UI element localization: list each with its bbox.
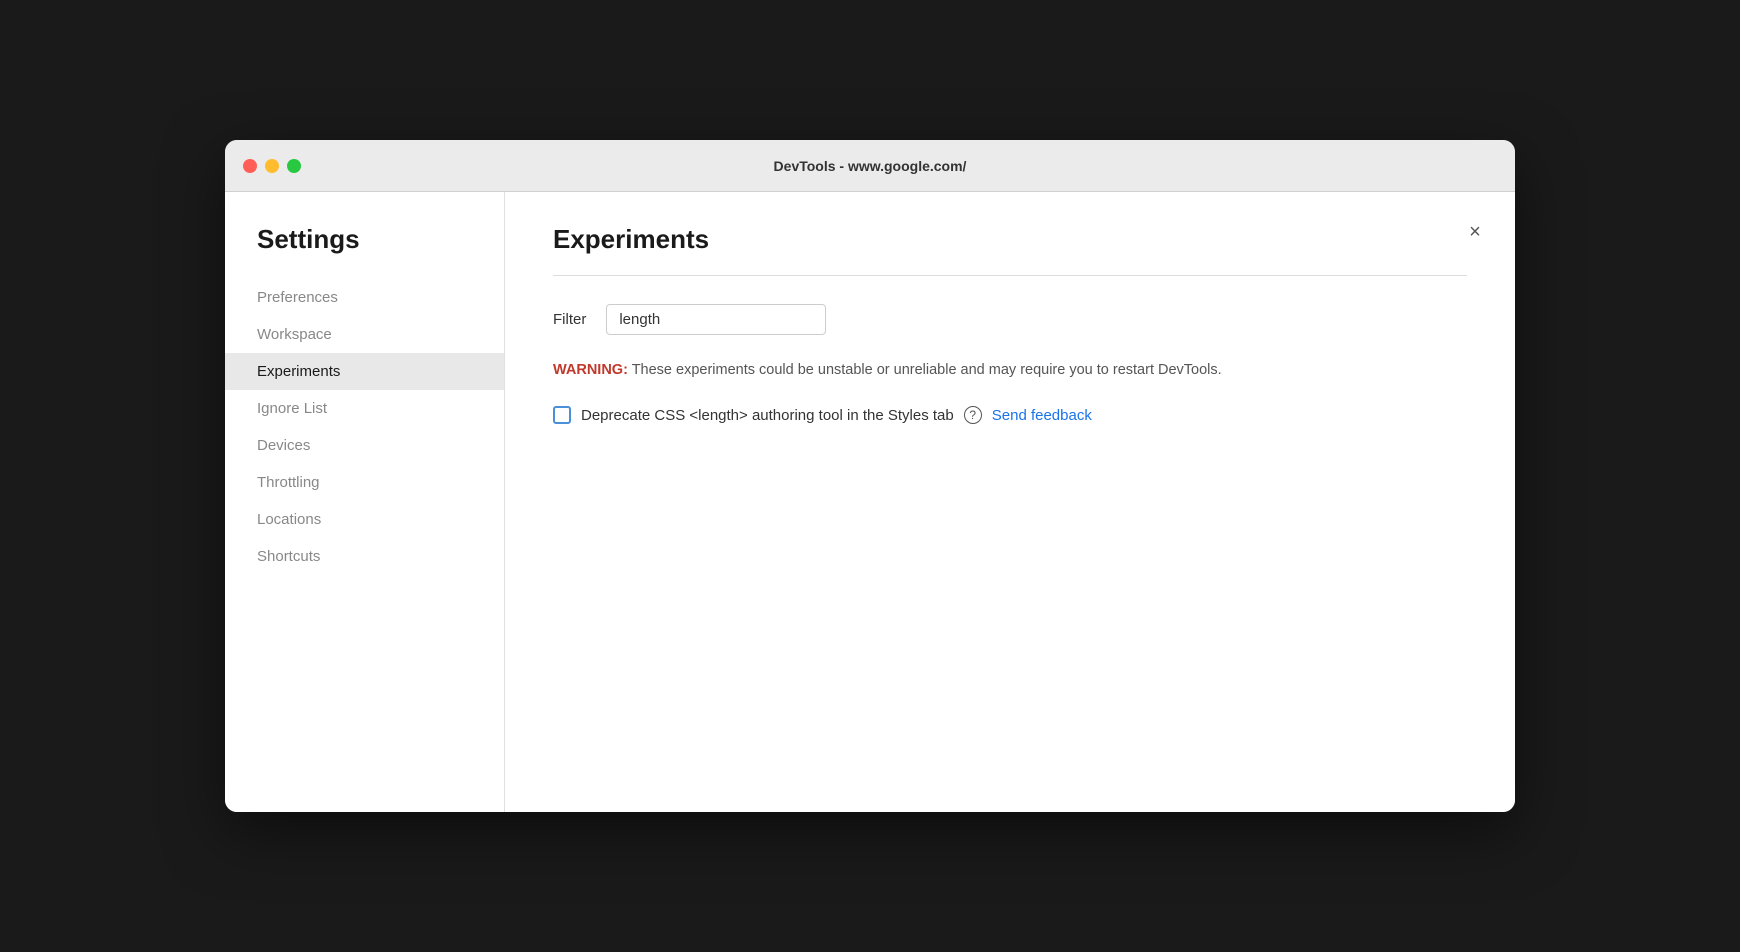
sidebar-item-ignore-list[interactable]: Ignore List — [225, 390, 504, 427]
window-body: Settings Preferences Workspace Experimen… — [225, 192, 1515, 812]
experiment-item-0: Deprecate CSS <length> authoring tool in… — [553, 406, 1467, 424]
devtools-window: DevTools - www.google.com/ Settings Pref… — [225, 140, 1515, 812]
sidebar-title: Settings — [225, 224, 504, 279]
traffic-lights — [243, 159, 301, 173]
close-button[interactable]: × — [1459, 216, 1491, 248]
sidebar-item-locations[interactable]: Locations — [225, 501, 504, 538]
filter-row: Filter — [553, 304, 1467, 335]
minimize-traffic-light[interactable] — [265, 159, 279, 173]
sidebar-item-throttling[interactable]: Throttling — [225, 464, 504, 501]
page-title: Experiments — [553, 224, 1467, 255]
send-feedback-link[interactable]: Send feedback — [992, 407, 1092, 424]
main-content: × Experiments Filter WARNING: These expe… — [505, 192, 1515, 812]
sidebar-nav: Preferences Workspace Experiments Ignore… — [225, 279, 504, 575]
filter-input[interactable] — [606, 304, 826, 335]
experiment-label-0: Deprecate CSS <length> authoring tool in… — [581, 407, 954, 424]
sidebar-item-preferences[interactable]: Preferences — [225, 279, 504, 316]
sidebar-item-experiments[interactable]: Experiments — [225, 353, 504, 390]
warning-label: WARNING: — [553, 362, 628, 378]
filter-label: Filter — [553, 311, 586, 328]
experiment-checkbox-0[interactable] — [553, 406, 571, 424]
sidebar-item-devices[interactable]: Devices — [225, 427, 504, 464]
close-traffic-light[interactable] — [243, 159, 257, 173]
sidebar-item-shortcuts[interactable]: Shortcuts — [225, 538, 504, 575]
titlebar-title: DevTools - www.google.com/ — [774, 158, 967, 174]
help-icon[interactable]: ? — [964, 406, 982, 424]
section-divider — [553, 275, 1467, 276]
sidebar-item-workspace[interactable]: Workspace — [225, 316, 504, 353]
warning-body: These experiments could be unstable or u… — [628, 362, 1222, 378]
maximize-traffic-light[interactable] — [287, 159, 301, 173]
titlebar: DevTools - www.google.com/ — [225, 140, 1515, 192]
sidebar: Settings Preferences Workspace Experimen… — [225, 192, 505, 812]
warning-text: WARNING: These experiments could be unst… — [553, 359, 1467, 382]
